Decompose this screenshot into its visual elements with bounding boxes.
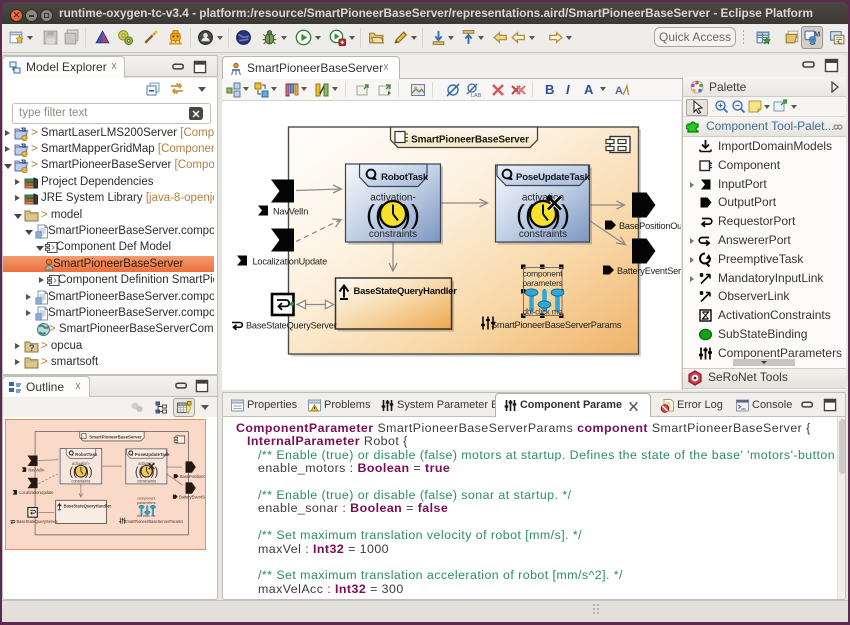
svg-text:SmartPioneerBaseServerParams: SmartPioneerBaseServerParams — [124, 519, 183, 524]
svg-text:parameters: parameters — [137, 501, 156, 505]
svg-text:M: M — [22, 144, 27, 150]
svg-text:BaseStateQueryServer: BaseStateQueryServer — [17, 519, 59, 524]
svg-text:BasePositionOut: BasePositionOut — [180, 474, 206, 479]
svg-text:BaseStateQueryHandler: BaseStateQueryHandler — [64, 503, 112, 508]
svg-text:RobotTask: RobotTask — [75, 452, 98, 457]
svg-text:A: A — [615, 85, 623, 97]
svg-text:NavVelIn: NavVelIn — [28, 467, 45, 472]
svg-text:?: ? — [29, 343, 35, 353]
svg-text:LABEL: LABEL — [471, 93, 481, 98]
svg-text:M: M — [22, 160, 27, 166]
svg-text:LocalizationUpdate: LocalizationUpdate — [19, 490, 54, 495]
svg-text:C: C — [838, 38, 843, 45]
svg-text:M: M — [814, 29, 820, 38]
svg-text:BatteryEventServer: BatteryEventServer — [179, 494, 206, 499]
svg-text:PoseUpdateTask: PoseUpdateTask — [135, 452, 170, 457]
svg-text:dbl-click me: dbl-click me — [137, 514, 155, 518]
svg-text:M: M — [22, 128, 27, 134]
svg-text:component: component — [137, 497, 156, 501]
svg-text:SmartPioneerBaseServer: SmartPioneerBaseServer — [89, 435, 142, 440]
svg-text:constraints: constraints — [137, 478, 156, 483]
svg-text:constraints: constraints — [71, 478, 90, 483]
